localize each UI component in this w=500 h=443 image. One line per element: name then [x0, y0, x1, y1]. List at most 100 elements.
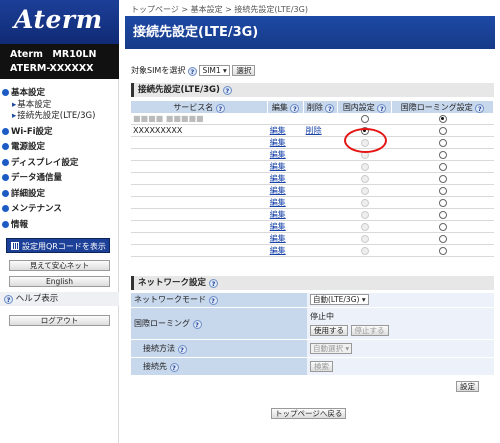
submenu-basic[interactable]: ▸基本設定	[2, 100, 95, 112]
edit-link[interactable]: 編集	[270, 138, 286, 147]
roaming-cell	[391, 172, 494, 186]
edit-link[interactable]: 編集	[270, 126, 286, 135]
edit-link[interactable]: 編集	[270, 174, 286, 183]
serial-name: ATERM-XXXXXX	[10, 63, 94, 74]
logout-button[interactable]: ログアウト	[9, 315, 110, 326]
domestic-radio[interactable]	[360, 222, 369, 231]
roaming-cell	[391, 136, 494, 150]
service-name-cell	[131, 196, 268, 210]
delete-link[interactable]: 削除	[306, 126, 322, 135]
search-button[interactable]: 検索	[310, 360, 333, 372]
edit-link[interactable]: 編集	[270, 162, 286, 171]
help-icon[interactable]: ?	[187, 67, 197, 76]
sim-select-button[interactable]: 選択	[232, 65, 256, 76]
help-icon[interactable]: ?	[290, 103, 300, 113]
roaming-cell	[391, 160, 494, 174]
dest-cell: 検索	[307, 357, 494, 376]
roaming-radio[interactable]	[438, 210, 447, 219]
help-icon[interactable]: ?	[215, 103, 225, 113]
connection-section-title: 接続先設定(LTE/3G) ?	[131, 83, 494, 97]
menu-data-usage[interactable]: データ通信量	[2, 173, 95, 185]
menu-display[interactable]: ディスプレイ設定	[2, 158, 95, 170]
domestic-radio[interactable]	[360, 186, 369, 195]
connection-table: サービス名 ? 編集 ? 削除 ? 国内設定 ? 国際ローミング設定 ? ■■■…	[131, 101, 494, 258]
roaming-radio[interactable]	[438, 138, 447, 147]
set-button[interactable]: 設定	[456, 381, 479, 392]
sim-select[interactable]: SIM1 ▾	[199, 65, 230, 76]
edit-link[interactable]: 編集	[270, 234, 286, 243]
bullet-icon	[2, 189, 9, 197]
submenu-connection[interactable]: ▸接続先設定(LTE/3G)	[2, 111, 95, 123]
domestic-cell	[337, 184, 392, 198]
menu-maintenance[interactable]: メンテナンス	[2, 204, 95, 216]
network-mode-cell: 自動(LTE/3G) ▾	[307, 293, 494, 308]
roaming-radio[interactable]	[438, 174, 447, 183]
domestic-radio[interactable]	[360, 210, 369, 219]
menu-advanced[interactable]: 詳細設定	[2, 189, 95, 201]
menu-wifi[interactable]: Wi-Fi設定	[2, 127, 95, 139]
help-icon[interactable]: ?	[169, 362, 179, 372]
edit-link[interactable]: 編集	[270, 222, 286, 231]
roaming-radio[interactable]	[438, 150, 447, 159]
roaming-radio[interactable]	[438, 114, 447, 123]
help-icon[interactable]: ?	[192, 319, 202, 329]
roaming-radio[interactable]	[438, 234, 447, 243]
brand-logo: Aterm	[14, 5, 103, 34]
edit-link[interactable]: 編集	[270, 198, 286, 207]
mieru-net-button[interactable]: 見えて安心ネット	[9, 260, 110, 271]
roaming-radio[interactable]	[438, 222, 447, 231]
help-toggle[interactable]: ? ヘルプ表示	[0, 292, 119, 306]
delete-cell	[303, 184, 338, 198]
domestic-radio[interactable]	[360, 114, 369, 123]
table-row: 編集	[131, 148, 494, 162]
roaming-cell	[391, 184, 494, 198]
domestic-radio[interactable]	[360, 234, 369, 243]
help-icon[interactable]: ?	[208, 279, 218, 288]
domestic-cell	[337, 172, 392, 186]
service-name-cell	[131, 184, 268, 198]
roaming-use-button[interactable]: 使用する	[310, 324, 348, 336]
service-name-cell	[131, 148, 268, 162]
help-icon[interactable]: ?	[377, 103, 387, 113]
domestic-cell	[337, 208, 392, 222]
roaming-stop-button[interactable]: 停止する	[350, 324, 389, 336]
edit-link[interactable]: 編集	[270, 210, 286, 219]
back-to-top-button[interactable]: トップページへ戻る	[271, 408, 347, 419]
page-title: 接続先設定(LTE/3G)	[125, 16, 495, 49]
menu-info[interactable]: 情報	[2, 220, 95, 232]
domestic-radio[interactable]	[360, 198, 369, 207]
delete-cell	[303, 232, 338, 246]
domestic-radio[interactable]	[360, 174, 369, 183]
method-select[interactable]: 自動選択 ▾	[310, 342, 353, 354]
network-mode-select[interactable]: 自動(LTE/3G) ▾	[310, 294, 369, 306]
col-service: サービス名 ?	[131, 101, 269, 113]
edit-cell: 編集	[267, 220, 304, 234]
help-icon[interactable]: ?	[475, 103, 485, 113]
domestic-cell	[337, 244, 392, 258]
menu-basic-settings[interactable]: 基本設定	[2, 88, 95, 100]
roaming-cell	[391, 220, 494, 234]
edit-cell: 編集	[267, 136, 304, 150]
help-icon[interactable]: ?	[325, 103, 335, 113]
table-row: 編集	[131, 244, 494, 258]
edit-link[interactable]: 編集	[270, 246, 286, 255]
roaming-radio[interactable]	[438, 126, 447, 135]
edit-cell: 編集	[267, 244, 304, 258]
help-icon[interactable]: ?	[208, 296, 218, 306]
english-button[interactable]: English	[9, 276, 110, 287]
menu-power[interactable]: 電源設定	[2, 142, 95, 154]
network-section-title: ネットワーク設定 ?	[131, 276, 494, 290]
domestic-radio[interactable]	[360, 246, 369, 255]
domestic-cell	[337, 113, 392, 126]
roaming-radio[interactable]	[438, 198, 447, 207]
edit-link[interactable]: 編集	[270, 186, 286, 195]
table-row: 編集	[131, 184, 494, 198]
qr-code-button[interactable]: 設定用QRコードを表示	[6, 238, 110, 253]
roaming-radio[interactable]	[438, 162, 447, 171]
roaming-radio[interactable]	[438, 186, 447, 195]
help-icon[interactable]: ?	[222, 86, 232, 95]
help-icon[interactable]: ?	[177, 344, 187, 354]
edit-link[interactable]: 編集	[270, 150, 286, 159]
domestic-radio[interactable]	[360, 162, 369, 171]
roaming-radio[interactable]	[438, 246, 447, 255]
